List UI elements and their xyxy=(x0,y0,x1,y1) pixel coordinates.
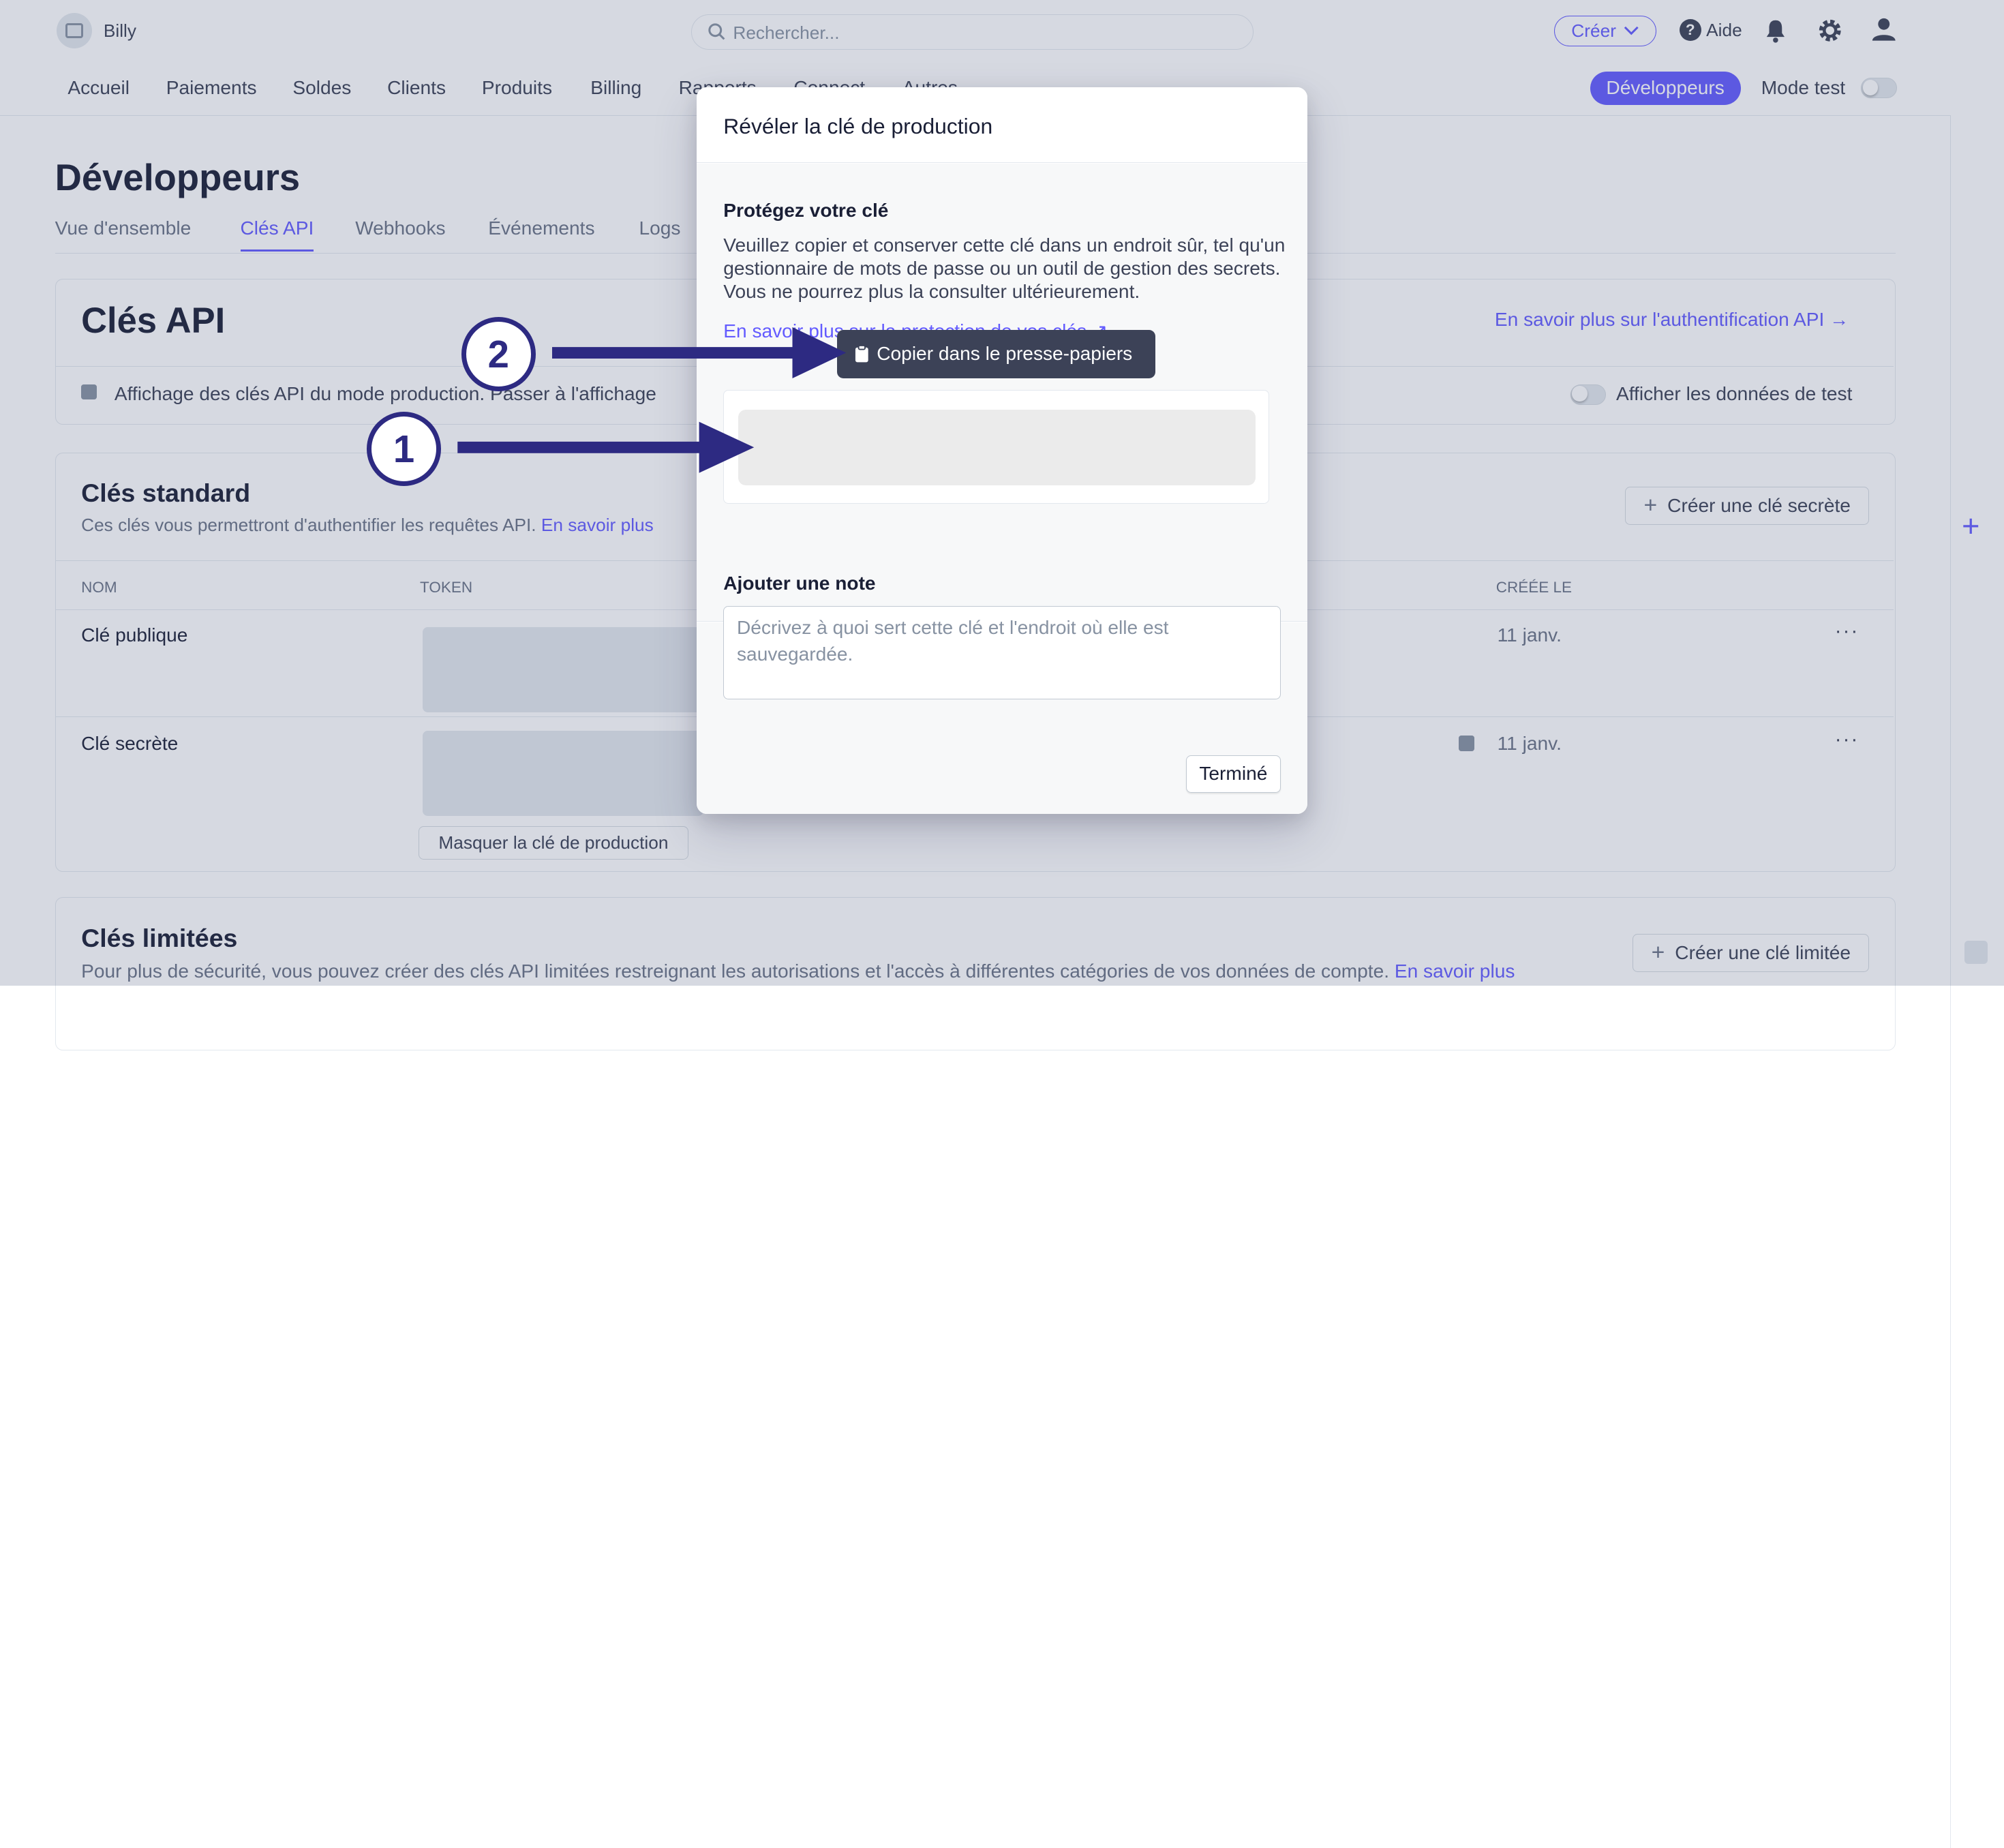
annotation-arrows xyxy=(457,327,847,473)
step-marker-1: 1 xyxy=(367,411,441,486)
step-marker-2: 2 xyxy=(461,317,536,391)
